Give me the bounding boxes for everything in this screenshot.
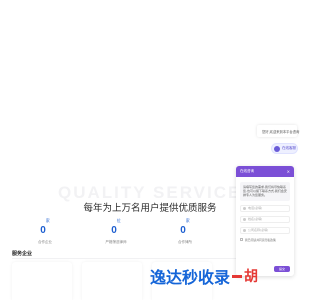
chat-panel: 在线咨询 × 请填写您的需求,我们将尽快联系您,也可以留下联系方式,我们会安排专…	[236, 166, 294, 276]
floating-greeting-card[interactable]: 您好,欢迎来到本平台咨询	[257, 125, 300, 137]
stat-value: 0	[40, 225, 46, 236]
watermark-dash	[232, 274, 243, 278]
chat-title: 在线咨询	[240, 169, 254, 173]
service-card[interactable]	[12, 262, 72, 300]
online-service-label: 在线客服	[282, 146, 296, 150]
headset-icon	[274, 145, 280, 152]
stat-unit: 家	[45, 218, 50, 223]
close-icon[interactable]: ×	[287, 169, 290, 174]
agree-checkbox-row[interactable]: 我已阅读并同意隐私政策	[240, 238, 290, 242]
service-card[interactable]	[82, 262, 142, 300]
phone-placeholder: 电话(必填)	[248, 206, 263, 211]
stat-label: 合作律所	[178, 240, 192, 244]
chat-header: 在线咨询 ×	[236, 166, 294, 177]
services-title: 服务企业	[12, 251, 33, 257]
name-field[interactable]: 姓名(必填)	[240, 215, 290, 223]
phone-field[interactable]: 电话(必填)	[240, 204, 290, 212]
name-placeholder: 姓名(必填)	[248, 217, 263, 222]
watermark-text: 逸达秒收录	[150, 268, 231, 287]
watermark-suffix: 胡	[244, 269, 259, 285]
phone-icon	[243, 206, 246, 210]
chat-message: 请填写您的需求,我们将尽快联系您,也可以留下联系方式,我们会安排专人为您服务。	[240, 182, 290, 201]
building-icon	[243, 228, 246, 232]
stat-label: 合作企业	[38, 240, 52, 244]
user-icon	[243, 217, 246, 221]
agree-checkbox[interactable]	[240, 238, 243, 242]
stat-lawyers: 0 位 严格筛选律师	[96, 218, 136, 245]
submit-button[interactable]: 提交	[274, 266, 290, 272]
stat-partner-companies: 0 家 合作企业	[25, 218, 65, 245]
watermark-logo: 逸达秒收录 胡	[150, 264, 258, 288]
agree-label: 我已阅读并同意隐私政策	[245, 237, 276, 242]
stat-label: 严格筛选律师	[105, 240, 127, 244]
stat-value: 0	[180, 225, 186, 236]
stat-unit: 家	[185, 218, 190, 223]
company-placeholder: 公司名称(必填)	[248, 228, 269, 233]
stat-value: 0	[111, 225, 117, 236]
online-service-button[interactable]: 在线客服	[271, 143, 298, 154]
stat-law-firms: 0 家 合作律所	[165, 218, 205, 245]
floating-greeting-text: 您好,欢迎来到本平台咨询	[262, 129, 300, 134]
company-field[interactable]: 公司名称(必填)	[240, 226, 290, 234]
stat-unit: 位	[116, 218, 121, 223]
